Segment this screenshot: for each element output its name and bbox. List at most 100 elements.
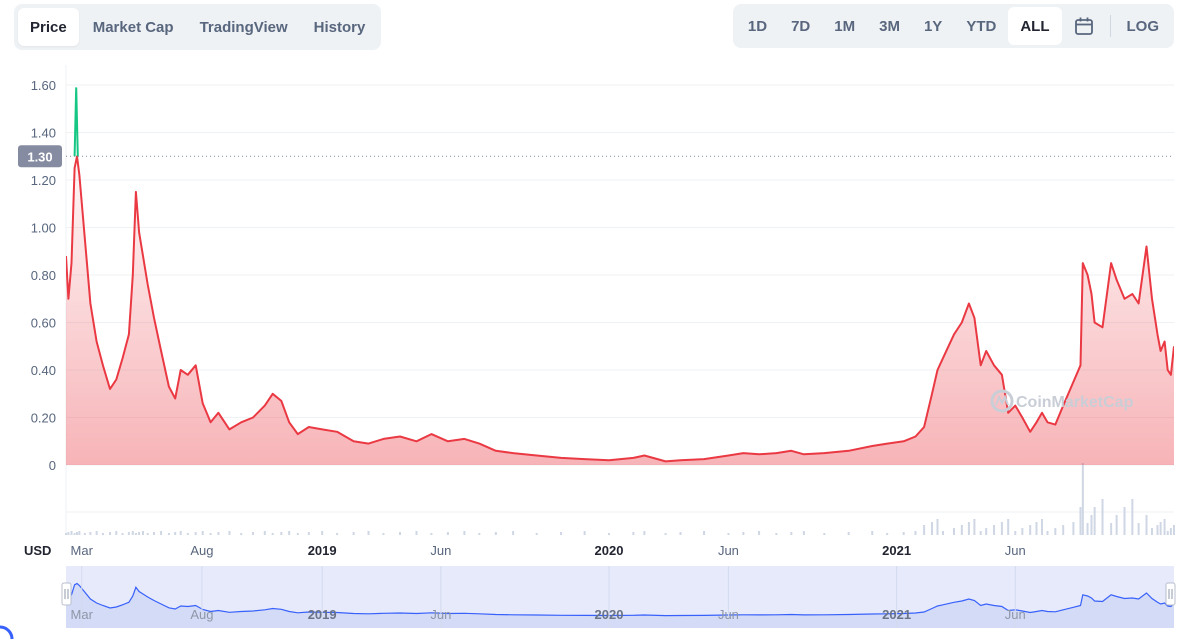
navigator-tick-label: 2019 [308,607,337,622]
price-line-up-segment [73,87,79,157]
volume-bar [1021,528,1024,535]
volume-bar [494,532,497,535]
volume-bar [1007,519,1010,535]
volume-bar [1029,525,1032,535]
navigator-tick-label: 2021 [882,607,911,622]
volume-bar [70,531,73,535]
volume-bar [607,533,610,535]
volume-bar [280,532,283,535]
volume-bar [923,525,926,535]
volume-bar [583,531,586,535]
volume-bar [643,531,646,535]
y-tick-label: 1.60 [31,78,56,93]
y-tick-label: 0.80 [31,268,56,283]
volume-bar [1079,507,1082,535]
volume-bar [240,533,243,535]
volume-bar [632,532,635,535]
navigator-tick-label: Jun [430,607,451,622]
volume-bar [1163,519,1166,535]
volume-bar [1046,531,1049,535]
volume-bar [296,533,299,535]
volume-bar [1110,523,1113,535]
volume-bar [535,533,538,535]
volume-bar [914,531,917,535]
volume-bar [1159,522,1162,535]
price-chart: 0 0.20 0.40 0.60 0.80 1.00 1.20 1.40 1.60 1.30 C… [0,65,1176,639]
volume-bar [967,522,970,535]
volume-bar [228,531,231,535]
x-tick-label: Jun [718,543,739,558]
volume-bar [307,532,310,535]
y-tick-label: 0.20 [31,411,56,426]
x-tick-label: 2020 [595,543,624,558]
volume-bar [993,525,996,535]
volume-bar [146,533,149,535]
volume-bar [1072,522,1075,535]
volume-bar [76,532,79,535]
volume-bar [109,532,112,535]
navigator-tick-label: Aug [190,607,213,622]
y-tick-label: 1.40 [31,126,56,141]
volume-bar [430,533,433,535]
volume-bar [138,532,141,535]
x-axis: Mar Aug 2019 Jun 2020 Jun 2021 Jun [71,543,1026,558]
volume-bar [336,533,339,535]
volume-bar [1086,523,1089,535]
volume-bar [952,528,955,535]
volume-bar [153,532,156,535]
volume-bar [174,532,177,535]
volume-bar [1166,531,1169,535]
volume-bar [1173,525,1175,535]
volume-bar [201,531,204,535]
price-area-fill [66,156,1174,466]
volume-bar [973,519,976,535]
navigator-tick-label: Mar [71,607,94,622]
y-tick-label: 1.20 [31,173,56,188]
volume-bar [1150,528,1153,535]
volume-bar [95,531,98,535]
volume-bar [936,519,939,535]
volume-bar [758,531,761,535]
volume-bar [252,532,255,535]
volume-bar [1035,522,1038,535]
volume-bar [1145,515,1148,535]
volume-bar [1131,499,1134,535]
volume-bar [679,532,682,535]
volume-bar [1156,525,1159,535]
volume-bar [160,531,163,535]
volume-bar [179,531,182,535]
volume-bar [985,528,988,535]
volume-bar [167,533,170,535]
x-tick-label: 2021 [882,543,911,558]
volume-bar [1054,528,1057,535]
volume-bar [367,531,370,535]
volume-bar [1040,519,1043,535]
volume-bar [1014,531,1017,535]
volume-bars [65,463,1175,535]
volume-bar [352,532,355,535]
volume-bar [101,533,104,535]
volume-bar [775,533,778,535]
currency-label: USD [24,543,51,558]
y-tick-label: 1.00 [31,221,56,236]
navigator-right-handle[interactable] [1165,582,1176,606]
current-price-tag: 1.30 [18,145,62,168]
x-tick-label: Jun [430,543,451,558]
volume-bar [727,533,730,535]
volume-bar [127,532,130,535]
volume-bar [930,522,933,535]
volume-bar [703,531,706,535]
navigator-left-handle[interactable] [61,582,72,606]
volume-bar [134,533,137,535]
page-corner-badge [0,625,14,639]
x-tick-label: Mar [71,543,94,558]
volume-bar [115,531,118,535]
volume-bar [217,532,220,535]
volume-bar [664,533,667,535]
volume-bar [73,533,76,535]
volume-bar [1115,515,1118,535]
volume-bar [979,531,982,535]
volume-bar [194,532,197,535]
navigator-tick-label: Jun [718,607,739,622]
volume-bar [67,532,70,535]
